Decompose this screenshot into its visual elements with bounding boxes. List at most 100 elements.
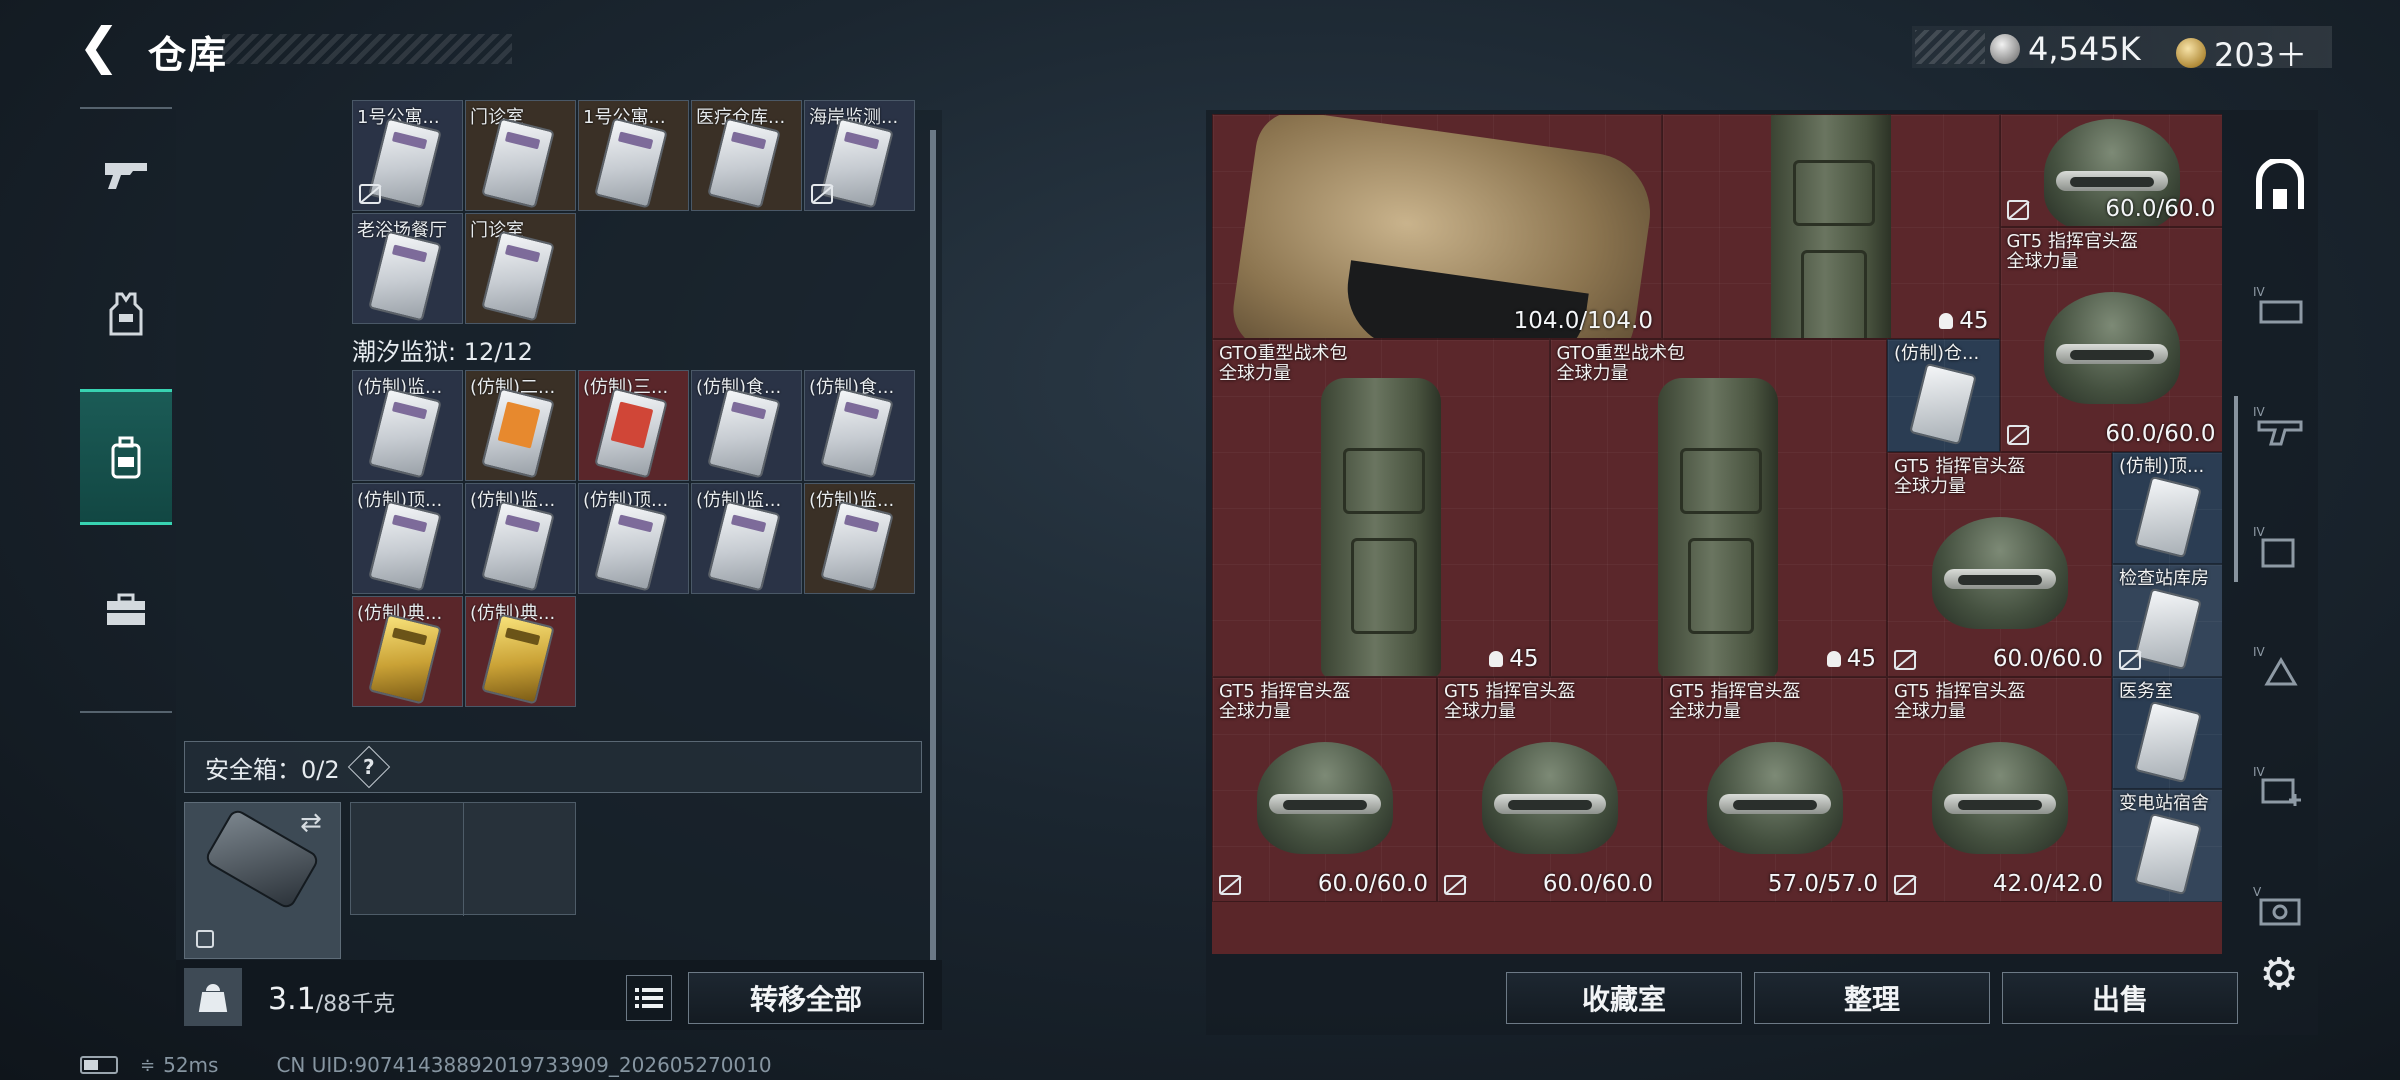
keycard-icon (368, 500, 442, 592)
keycard-icon (1909, 362, 1978, 446)
stash-item[interactable]: (仿制)仓... (1887, 339, 2000, 452)
no-sell-icon (359, 184, 381, 204)
inventory-item[interactable]: (仿制)二... (465, 370, 576, 481)
inventory-item[interactable]: (仿制)顶... (578, 483, 689, 594)
weight-current: 3.1 (268, 981, 316, 1017)
stash-item[interactable]: GT5 指挥官头盔 全球力量 42.0/42.0 (1887, 676, 2112, 902)
storage-tier-iv-icon: IV (2253, 285, 2303, 324)
svg-text:V: V (2253, 885, 2262, 899)
no-sell-icon (2119, 649, 2141, 670)
silver-currency[interactable]: 4,545K (1990, 30, 2141, 68)
svg-text:IV: IV (2253, 285, 2266, 299)
inventory-item[interactable]: (仿制)食... (804, 370, 915, 481)
stash-item[interactable]: 45 (1662, 114, 2000, 339)
collection-room-button[interactable]: 收藏室 (1506, 972, 1742, 1024)
gold-currency[interactable]: 203＋ (2176, 30, 2307, 76)
nav-toolbox[interactable] (80, 525, 172, 695)
list-view-button[interactable] (626, 975, 672, 1021)
stash-item[interactable]: GTO重型战术包 全球力量 45 (1549, 339, 1887, 677)
svg-text:IV: IV (2253, 405, 2266, 419)
inventory-item[interactable]: 门诊室 (465, 100, 576, 211)
stash-item[interactable]: 104.0/104.0 (1212, 114, 1662, 339)
weight-max: /88千克 (315, 992, 396, 1017)
inventory-item[interactable]: 1号公寓... (578, 100, 689, 211)
weight-icon (184, 968, 242, 1026)
no-sell-icon (1894, 874, 1916, 895)
help-icon[interactable]: ? (347, 745, 390, 789)
stash-item[interactable]: GT5 指挥官头盔 全球力量 60.0/60.0 (1437, 676, 1662, 902)
stash-item[interactable]: GT5 指挥官头盔 全球力量 57.0/57.0 (1662, 676, 1887, 902)
inventory-item[interactable]: (仿制)典... (352, 596, 463, 707)
silver-coin-icon (1990, 34, 2020, 64)
gear-icon[interactable]: ⚙ (2254, 950, 2304, 1000)
inventory-item[interactable]: 海岸监测... (804, 100, 915, 211)
inventory-item[interactable]: (仿制)食... (691, 370, 802, 481)
inventory-item[interactable]: (仿制)典... (465, 596, 576, 707)
stash-item[interactable]: GTO重型战术包 全球力量 45 (1212, 339, 1550, 677)
keycard-icon (820, 500, 894, 592)
inventory-item[interactable]: 老浴场餐厅 (352, 213, 463, 324)
safebox-empty-slot[interactable] (350, 802, 576, 916)
backpack-image (1770, 115, 1891, 338)
storage-tier-iv-icon: IV (2253, 645, 2298, 686)
durability-text: 104.0/104.0 (1513, 308, 1653, 334)
capacity-text: 45 (1959, 308, 1989, 334)
wifi-icon: ≑ (140, 1054, 156, 1076)
keycard-icon (481, 613, 555, 705)
inventory-item[interactable]: (仿制)顶... (352, 483, 463, 594)
tab-main-stash[interactable] (2244, 126, 2316, 246)
inventory-item[interactable]: (仿制)监... (691, 483, 802, 594)
inventory-item[interactable]: (仿制)三... (578, 370, 689, 481)
tab-storage-v[interactable]: V (2244, 846, 2316, 966)
stash-item[interactable]: 检查站库房 (2112, 564, 2222, 677)
stash-item[interactable]: GT5 指挥官头盔 全球力量 60.0/60.0 (1999, 226, 2222, 452)
storage-tier-iv-icon: IV (2253, 405, 2303, 446)
keycard-icon (2134, 812, 2203, 896)
no-sell-icon (2006, 424, 2029, 445)
sell-button[interactable]: 出售 (2002, 972, 2238, 1024)
left-category-nav (80, 107, 172, 713)
backpack-scrollbar-thumb[interactable] (930, 130, 936, 960)
inventory-item[interactable]: (仿制)监... (352, 370, 463, 481)
status-bar: ≑ 52ms CN UID:9074143889201973390­9_2026… (80, 1052, 772, 1078)
svg-text:IV: IV (2253, 645, 2266, 659)
item-name: GT5 指挥官头盔 全球力量 (1894, 455, 2026, 497)
nav-backpack[interactable] (80, 389, 172, 525)
stash-item[interactable]: (仿制)顶... (2112, 451, 2222, 564)
inventory-item[interactable]: (仿制)监... (465, 483, 576, 594)
tab-storage-iv-5[interactable]: IV (2244, 726, 2316, 846)
ping-text: 52ms (163, 1053, 219, 1077)
tab-storage-iv-4[interactable]: IV (2244, 606, 2316, 726)
swap-icon[interactable]: ⇄ (300, 808, 322, 838)
nav-weapons[interactable] (80, 109, 172, 239)
section-title: 潮汐监狱: 12/12 (352, 338, 533, 366)
tab-storage-iv-2[interactable]: IV (2244, 366, 2316, 486)
tab-storage-iv-3[interactable]: IV (2244, 486, 2316, 606)
no-sell-icon (811, 184, 833, 204)
capacity-readout: 45 (1489, 646, 1539, 672)
lock-icon (196, 930, 214, 948)
inventory-item[interactable]: 1号公寓... (352, 100, 463, 211)
keycard-icon (2134, 587, 2203, 671)
stash-item[interactable]: 60.0/60.0 (1999, 114, 2222, 227)
inventory-item[interactable]: (仿制)监... (804, 483, 915, 594)
tab-storage-iv-1[interactable]: IV (2244, 246, 2316, 366)
stash-item[interactable]: GT5 指挥官头盔 全球力量 60.0/60.0 (1887, 451, 2112, 677)
svg-text:IV: IV (2253, 765, 2266, 779)
keycard-icon (481, 230, 555, 322)
inventory-item[interactable]: 门诊室 (465, 213, 576, 324)
list-icon (635, 988, 663, 1008)
toolbox-icon (107, 593, 145, 625)
nav-armor[interactable] (80, 239, 172, 389)
sort-button[interactable]: 整理 (1754, 972, 1990, 1024)
durability-text: 60.0/60.0 (2105, 420, 2216, 447)
stash-scrollbar-thumb[interactable] (2234, 396, 2238, 582)
no-sell-icon (1444, 874, 1466, 895)
keycard-icon (594, 500, 668, 592)
transfer-all-button[interactable]: 转移全部 (688, 972, 924, 1024)
inventory-item[interactable]: 医疗仓库... (691, 100, 802, 211)
stash-item[interactable]: 医务室 (2112, 676, 2222, 789)
stash-item[interactable]: 变电站宿舍 (2112, 789, 2222, 902)
stash-item[interactable]: GT5 指挥官头盔 全球力量 60.0/60.0 (1212, 676, 1437, 902)
back-arrow-icon[interactable]: ❮ (78, 21, 122, 72)
